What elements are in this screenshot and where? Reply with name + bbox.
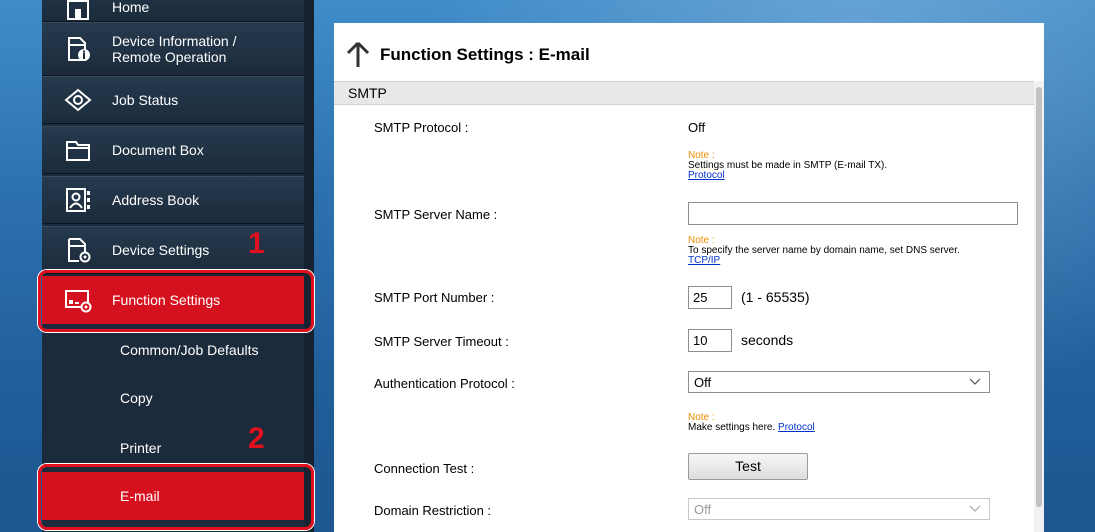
address-book-icon [66, 188, 90, 212]
sidebar-item-device-settings[interactable]: Device Settings [42, 226, 304, 274]
sidebar-item-label: Address Book [112, 192, 200, 208]
auth-protocol-value: Off [694, 375, 712, 390]
settings-panel: Function Settings : E-mail SMTP SMTP Pro… [334, 23, 1044, 532]
sidebar-divider [304, 0, 314, 532]
smtp-timeout-label: SMTP Server Timeout : [374, 334, 509, 349]
sidebar-item-home[interactable]: Home [42, 0, 304, 22]
sidebar-item-label: Job Status [112, 92, 179, 108]
sidebar-item-label-line2: Remote Operation [112, 49, 227, 65]
section-header-smtp: SMTP [334, 81, 1034, 105]
smtp-protocol-label: SMTP Protocol : [374, 120, 469, 135]
sidebar-item-document-box[interactable]: Document Box [42, 126, 304, 174]
test-button[interactable]: Test [688, 453, 808, 480]
smtp-port-input[interactable]: 25 [688, 286, 732, 309]
sidebar-item-label: Device Settings [112, 242, 210, 258]
arrow-up-icon[interactable] [346, 40, 370, 68]
home-icon [67, 0, 89, 20]
domain-restriction-select[interactable]: Off [688, 498, 990, 520]
sidebar-item-label: Device Information / Remote Operation [112, 33, 237, 65]
vertical-scrollbar[interactable] [1034, 81, 1044, 532]
section-header-label: SMTP [348, 85, 387, 101]
domain-restriction-label: Domain Restriction : [374, 503, 492, 518]
device-settings-icon [68, 238, 91, 263]
connection-test-label: Connection Test : [374, 461, 475, 476]
smtp-port-label: SMTP Port Number : [374, 290, 495, 305]
sidebar-item-label-line1: Device Information / [112, 33, 237, 49]
sidebar-subitem-label: Copy [120, 390, 153, 406]
highlight-email [38, 464, 314, 530]
smtp-protocol-value: Off [688, 120, 706, 135]
note-auth: Note : Make settings here. Protocol [688, 413, 815, 433]
highlight-function-settings [38, 270, 314, 332]
page-title-text: Function Settings : E-mail [380, 45, 590, 64]
note-server-name: Note : To specify the server name by dom… [688, 236, 960, 266]
step-marker-1: 1 [248, 227, 265, 260]
scrollbar-thumb[interactable] [1036, 87, 1042, 507]
eye-icon [64, 88, 92, 112]
note-smtp-protocol: Note : Settings must be made in SMTP (E-… [688, 151, 887, 181]
sidebar-item-address-book[interactable]: Address Book [42, 176, 304, 224]
sidebar-subitem-label: Printer [120, 440, 162, 456]
chevron-down-icon [969, 505, 981, 512]
smtp-server-name-label: SMTP Server Name : [374, 207, 498, 222]
folder-icon [66, 141, 90, 161]
step-marker-2: 2 [248, 422, 265, 455]
sidebar-subitem-label: Common/Job Defaults [120, 342, 259, 358]
smtp-timeout-unit: seconds [741, 332, 794, 348]
sidebar-item-label: Home [112, 0, 150, 15]
sidebar-item-label: Document Box [112, 142, 204, 158]
smtp-port-range: (1 - 65535) [741, 289, 810, 305]
auth-protocol-select[interactable]: Off [688, 371, 990, 393]
sidebar-subitem-copy[interactable]: Copy [42, 374, 304, 422]
smtp-timeout-input[interactable]: 10 [688, 329, 732, 352]
smtp-server-name-input[interactable] [688, 202, 1018, 225]
protocol-link[interactable]: Protocol [778, 422, 815, 433]
sidebar-item-job-status[interactable]: Job Status [42, 76, 304, 124]
chevron-down-icon [969, 378, 981, 385]
sidebar-item-device-information[interactable]: Device Information / Remote Operation [42, 22, 304, 76]
tcp-ip-link[interactable]: TCP/IP [688, 255, 720, 266]
protocol-link[interactable]: Protocol [688, 170, 725, 181]
auth-protocol-label: Authentication Protocol : [374, 376, 515, 391]
device-info-icon [68, 37, 90, 61]
sidebar-subitem-common-job-defaults[interactable]: Common/Job Defaults [42, 326, 304, 374]
note-text: To specify the server name by domain nam… [688, 245, 960, 256]
note-text: Make settings here. [688, 422, 776, 433]
domain-restriction-value: Off [694, 502, 712, 517]
